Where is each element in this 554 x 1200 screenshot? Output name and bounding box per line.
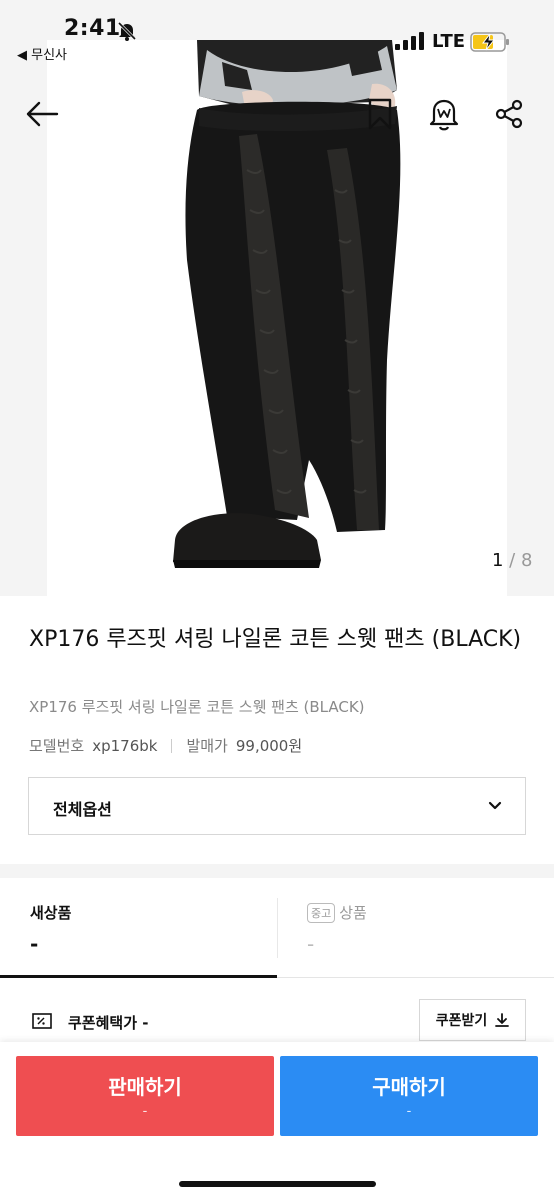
bookmark-button[interactable]: [360, 94, 400, 134]
status-time: 2:41: [64, 16, 121, 41]
arrow-left-icon: [26, 101, 59, 127]
tab-divider: [277, 898, 278, 958]
tab-new-product[interactable]: 새상품 -: [0, 880, 277, 978]
sell-button-price: -: [142, 1104, 148, 1119]
bookmark-icon: [368, 98, 392, 130]
sell-button-label: 판매하기: [108, 1075, 182, 1099]
model-number-value: xp176bk: [92, 736, 158, 755]
section-divider: [0, 864, 554, 878]
bottom-action-bar: 판매하기 - 구매하기 -: [0, 1042, 554, 1200]
options-select[interactable]: 전체옵션: [28, 777, 526, 835]
network-type: LTE: [432, 31, 466, 52]
share-icon: [495, 99, 523, 129]
tab-used-label-group: 중고 상품: [307, 902, 367, 923]
back-button[interactable]: [22, 94, 62, 134]
get-coupon-button[interactable]: 쿠폰받기: [419, 999, 526, 1041]
sell-button[interactable]: 판매하기 -: [16, 1056, 274, 1136]
used-badge: 중고: [307, 902, 336, 923]
bell-muted-icon: [117, 21, 137, 41]
alert-bell-icon: [429, 99, 459, 131]
buy-button-label: 구매하기: [372, 1075, 446, 1099]
product-subtitle: XP176 루즈핏 셔링 나일론 코튼 스웻 팬츠 (BLACK): [29, 698, 365, 716]
tab-used-label: 상품: [339, 904, 367, 922]
back-to-app-link[interactable]: ◀ 무신사: [17, 44, 67, 63]
buy-button-price: -: [406, 1104, 412, 1119]
gallery-pager: 1 / 8: [492, 550, 532, 571]
model-number-label: 모델번호: [29, 737, 85, 755]
meta-divider: [171, 738, 173, 753]
home-indicator[interactable]: [179, 1181, 376, 1187]
signal-icon: [395, 32, 424, 50]
tab-new-price: -: [30, 932, 39, 956]
release-price-value: 99,000원: [235, 737, 303, 755]
product-image-gallery[interactable]: 2:41 ◀ 무신사 LTE 1 / 8: [0, 0, 554, 596]
get-coupon-label: 쿠폰받기: [435, 1013, 488, 1029]
battery-charging-icon: [470, 32, 509, 52]
chevron-down-icon: [488, 801, 502, 810]
tab-new-label: 새상품: [30, 904, 72, 922]
gallery-separator: /: [503, 550, 521, 571]
buy-button[interactable]: 구매하기 -: [280, 1056, 538, 1136]
share-button[interactable]: [489, 94, 529, 134]
gallery-current-index: 1: [492, 550, 504, 571]
coupon-row: 쿠폰혜택가 - 쿠폰받기: [0, 996, 554, 1048]
price-alert-button[interactable]: [424, 94, 464, 134]
options-select-label: 전체옵션: [53, 800, 112, 819]
tab-used-product[interactable]: 중고 상품 -: [277, 880, 554, 978]
coupon-price-label: 쿠폰혜택가 -: [68, 1014, 149, 1032]
gallery-total: 8: [520, 550, 533, 571]
coupon-icon: [32, 1013, 52, 1029]
tab-used-price: -: [307, 932, 315, 956]
release-price-label: 발매가: [186, 737, 228, 755]
download-icon: [495, 1013, 510, 1027]
product-meta: 모델번호 xp176bk 발매가 99,000원: [29, 735, 302, 756]
product-title: XP176 루즈핏 셔링 나일론 코튼 스웻 팬츠 (BLACK): [29, 627, 522, 652]
status-bar: 2:41 ◀ 무신사 LTE: [0, 0, 554, 63]
